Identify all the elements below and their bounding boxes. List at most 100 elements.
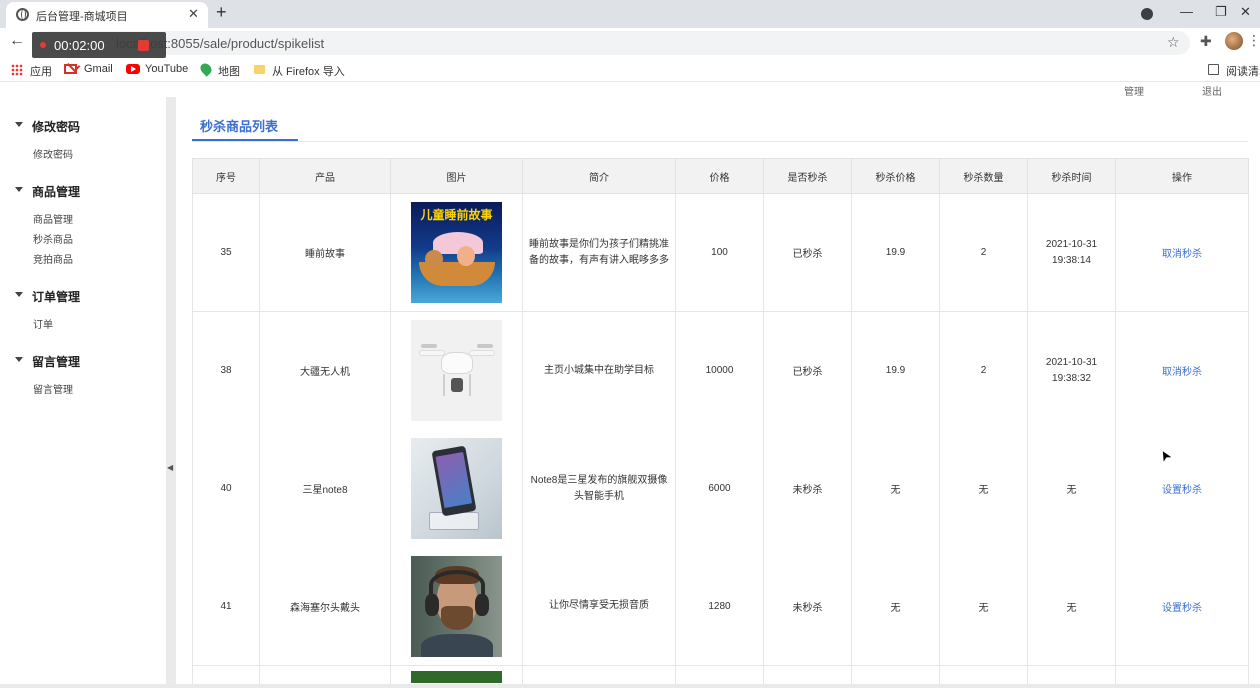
arrow-left-icon[interactable]: ←: [9, 32, 25, 50]
cell-name: 大疆无人机: [259, 311, 391, 430]
spike-product-table: 序号 产品 图片 简介 价格 是否秒杀 秒杀价格 秒杀数量 秒杀时间 操作 35…: [192, 158, 1249, 688]
spike-date: 2021-10-31: [1045, 356, 1098, 368]
spike-date: 2021-10-31: [1045, 238, 1098, 250]
cell-id: 40: [192, 429, 260, 548]
cell-image: [390, 547, 523, 666]
cell-image: 儿童睡前故事: [390, 193, 523, 312]
cell-spike-price: 无: [851, 547, 940, 666]
youtube-icon: [126, 64, 140, 74]
col-header: 简介: [522, 158, 676, 194]
set-spike-link[interactable]: 设置秒杀: [1162, 485, 1202, 496]
sidebar-item-messages[interactable]: 留言管理: [33, 381, 73, 396]
cell-price: 10000: [675, 311, 764, 430]
cell-desc: 睡前故事是你们为孩子们精挑准备的故事，有声有讲入眠哆多多: [522, 193, 676, 312]
product-image-story: 儿童睡前故事: [411, 202, 502, 303]
folder-icon: [254, 65, 265, 74]
cell-desc: 让你尽情享受无损音质: [522, 547, 676, 666]
cell-spike-qty: 2: [939, 311, 1028, 430]
cell-name: 睡前故事: [259, 193, 391, 312]
bookmark-maps[interactable]: 地图: [218, 63, 240, 79]
topstrip-logout[interactable]: 退出: [1202, 83, 1222, 98]
cell-action: 取消秒杀: [1115, 311, 1249, 430]
cell-price: 6000: [675, 429, 764, 548]
stop-icon[interactable]: [138, 40, 149, 51]
cell-spike-qty: 无: [939, 429, 1028, 548]
product-image-drone: [411, 320, 502, 422]
sidebar: 修改密码 修改密码 商品管理 商品管理 秒杀商品 竞拍商品 订单管理 订单 留言…: [0, 97, 166, 688]
cell-spike-price: 无: [851, 429, 940, 548]
sidebar-item-product-manage[interactable]: 商品管理: [33, 211, 73, 226]
cancel-spike-link[interactable]: 取消秒杀: [1162, 249, 1202, 260]
star-icon[interactable]: ☆: [1167, 34, 1180, 51]
reading-list[interactable]: 阅读清单: [1226, 63, 1260, 79]
puzzle-icon[interactable]: ✚: [1200, 33, 1212, 50]
minimize-icon[interactable]: —: [1180, 4, 1193, 19]
sidebar-item-change-password[interactable]: 修改密码: [33, 146, 73, 161]
col-header: 价格: [675, 158, 764, 194]
bookmark-firefox-import[interactable]: 从 Firefox 导入: [272, 63, 345, 79]
recording-overlay: 00:02:00: [32, 32, 166, 58]
record-dot-icon: [40, 42, 46, 48]
tab-rule: [192, 141, 1248, 142]
apps-icon[interactable]: [11, 64, 23, 76]
product-image-headphones: [411, 555, 502, 657]
set-spike-link[interactable]: 设置秒杀: [1162, 603, 1202, 614]
close-icon[interactable]: ✕: [188, 6, 199, 22]
profile-icon[interactable]: [1141, 8, 1153, 20]
col-header: 图片: [390, 158, 523, 194]
browser-tab[interactable]: 后台管理-商城项目 ✕: [6, 2, 208, 28]
cell-spike-qty: 2: [939, 193, 1028, 312]
caret-down-icon: [15, 122, 23, 127]
cancel-spike-link[interactable]: 取消秒杀: [1162, 367, 1202, 378]
omnibox[interactable]: localhost:8055/sale/product/spikelist: [32, 31, 1190, 55]
caret-down-icon: [15, 187, 23, 192]
cell-image: [390, 429, 523, 548]
col-header: 秒杀时间: [1027, 158, 1116, 194]
address-bar: ← localhost:8055/sale/product/spikelist …: [0, 28, 1260, 58]
bookmark-apps[interactable]: 应用: [30, 63, 52, 79]
cell-image: [390, 311, 523, 430]
col-header: 秒杀价格: [851, 158, 940, 194]
triangle-left-icon[interactable]: ◀: [167, 463, 173, 472]
menu-title[interactable]: 留言管理: [32, 353, 80, 370]
plus-icon[interactable]: +: [216, 2, 227, 23]
menu-title[interactable]: 订单管理: [32, 288, 80, 305]
cell-spike-price: 19.9: [851, 193, 940, 312]
bookmark-youtube[interactable]: YouTube: [145, 63, 188, 75]
cell-action: 设置秒杀: [1115, 429, 1249, 548]
cell-spike-qty: 无: [939, 547, 1028, 666]
sidebar-divider[interactable]: [166, 97, 176, 688]
cell-spike-time: 无: [1027, 547, 1116, 666]
cell-spike-time: 2021-10-31 19:38:32: [1027, 311, 1116, 430]
cell-id: 35: [192, 193, 260, 312]
more-icon[interactable]: ⋮: [1247, 32, 1260, 49]
cell-desc: Note8是三星发布的旗舰双摄像头智能手机: [522, 429, 676, 548]
avatar[interactable]: [1225, 32, 1243, 50]
cell-action: 取消秒杀: [1115, 193, 1249, 312]
bookmark-gmail[interactable]: Gmail: [84, 63, 113, 75]
window-close-icon[interactable]: ✕: [1240, 4, 1251, 20]
cell-price: 100: [675, 193, 764, 312]
image-caption: 儿童睡前故事: [420, 208, 493, 222]
col-header: 操作: [1115, 158, 1249, 194]
sidebar-item-auction-products[interactable]: 竞拍商品: [33, 251, 73, 266]
product-image-phone: [411, 438, 502, 539]
spike-time: 19:38:32: [1052, 372, 1091, 384]
sidebar-item-spike-products[interactable]: 秒杀商品: [33, 231, 73, 246]
horizontal-scrollbar[interactable]: [0, 684, 1260, 688]
menu-title[interactable]: 修改密码: [32, 118, 80, 135]
topstrip-manage[interactable]: 管理: [1124, 83, 1144, 98]
tab-spike-list[interactable]: 秒杀商品列表: [200, 116, 278, 135]
table-row: 40 三星note8 Note8是三星发布的旗舰双摄像头智能手机 6000 未秒…: [192, 429, 1249, 548]
cell-spike-price: 19.9: [851, 311, 940, 430]
menu-title[interactable]: 商品管理: [32, 183, 80, 200]
caret-down-icon: [15, 357, 23, 362]
col-header: 是否秒杀: [763, 158, 852, 194]
bookmarks-bar: 应用 Gmail YouTube 地图 从 Firefox 导入 阅读清单: [0, 58, 1260, 82]
cell-spike-status: 未秒杀: [763, 429, 852, 548]
sidebar-item-orders[interactable]: 订单: [33, 316, 53, 331]
restore-icon[interactable]: ❐: [1215, 4, 1227, 20]
gmail-icon: [64, 64, 77, 74]
cell-spike-time: 2021-10-31 19:38:14: [1027, 193, 1116, 312]
cell-spike-status: 未秒杀: [763, 547, 852, 666]
